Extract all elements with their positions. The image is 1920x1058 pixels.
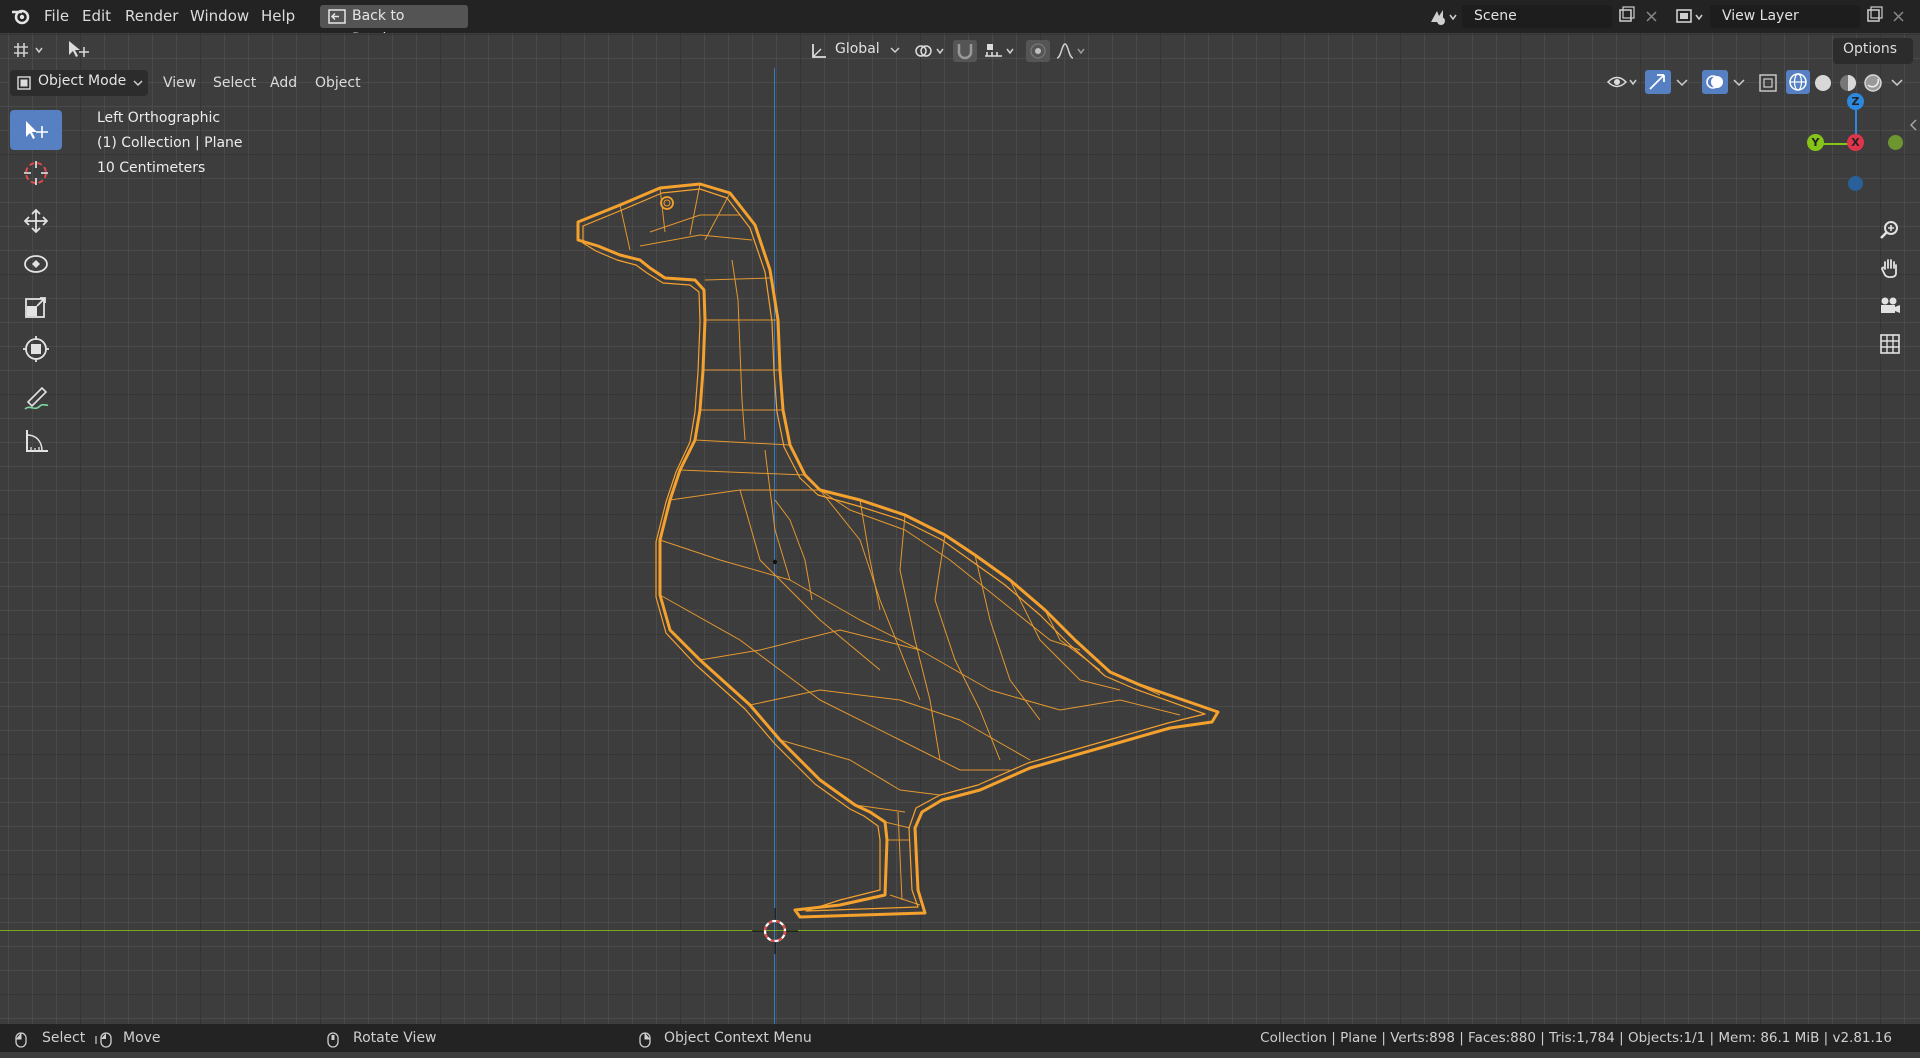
menu-select[interactable]: Select bbox=[213, 71, 256, 95]
scale-tool[interactable] bbox=[10, 287, 62, 327]
snap-toggle-icon[interactable] bbox=[953, 40, 977, 62]
goose-outline-inner bbox=[582, 188, 1206, 912]
toggle-ortho-button[interactable] bbox=[1873, 327, 1907, 361]
pan-view-button[interactable] bbox=[1873, 251, 1907, 285]
3d-viewport[interactable]: Global Options Object Mode View Select A… bbox=[0, 33, 1920, 1024]
gizmo-neg-z-axis[interactable] bbox=[1848, 176, 1863, 191]
move-arrows-icon bbox=[22, 207, 50, 239]
navigation-gizmo[interactable]: Z Y X bbox=[1800, 93, 1910, 213]
scene-type-icon[interactable] bbox=[1428, 6, 1458, 32]
annotate-tool[interactable] bbox=[10, 378, 62, 418]
editor-type-icon[interactable] bbox=[10, 39, 50, 65]
menu-file[interactable]: File bbox=[44, 0, 69, 33]
collapse-sidebar-icon[interactable] bbox=[1906, 117, 1920, 137]
scene-name-field[interactable]: Scene bbox=[1462, 5, 1612, 28]
3d-cursor-icon bbox=[22, 159, 50, 191]
view-layer-name: View Layer bbox=[1722, 8, 1799, 24]
transform-orientation-dropdown[interactable]: Global bbox=[805, 38, 903, 64]
gizmo-z-axis[interactable]: Z bbox=[1847, 93, 1864, 110]
scene-new-icon[interactable] bbox=[1616, 6, 1636, 30]
chevron-down-icon bbox=[132, 77, 144, 93]
orientation-icon bbox=[809, 41, 829, 65]
rotate-icon bbox=[22, 250, 50, 282]
status-rotate-view: Rotate View bbox=[353, 1030, 437, 1046]
gizmo-x-axis[interactable]: X bbox=[1847, 134, 1864, 151]
view-layer-icon[interactable] bbox=[1674, 6, 1708, 32]
chevron-down-icon[interactable] bbox=[1890, 77, 1904, 93]
goose-mesh-wireframe[interactable] bbox=[560, 173, 1240, 973]
wireframe-shading-icon[interactable] bbox=[1786, 70, 1810, 94]
gizmo-neg-y-axis[interactable] bbox=[1888, 135, 1903, 150]
chevron-down-icon[interactable] bbox=[1732, 77, 1746, 93]
hand-pan-icon bbox=[1879, 257, 1901, 283]
camera-icon bbox=[1878, 295, 1902, 321]
scale-icon bbox=[22, 293, 50, 325]
zoom-view-button[interactable] bbox=[1873, 213, 1907, 247]
cursor-tool[interactable] bbox=[10, 153, 62, 193]
goose-eye bbox=[660, 196, 674, 210]
select-box-tool[interactable] bbox=[10, 110, 62, 150]
chevron-down-icon bbox=[889, 44, 901, 60]
mouse-left-icon bbox=[14, 1030, 28, 1058]
menu-view[interactable]: View bbox=[163, 71, 196, 95]
xray-toggle-icon[interactable] bbox=[1757, 72, 1779, 98]
options-label: Options bbox=[1843, 41, 1898, 57]
visibility-eye-icon[interactable] bbox=[1606, 71, 1640, 97]
status-context-menu: Object Context Menu bbox=[664, 1030, 812, 1046]
falloff-curve-icon[interactable] bbox=[1054, 41, 1090, 65]
menu-window[interactable]: Window bbox=[190, 0, 249, 33]
gizmo-y-axis[interactable]: Y bbox=[1807, 134, 1824, 151]
camera-view-button[interactable] bbox=[1873, 289, 1907, 323]
select-box-tool-icon[interactable] bbox=[66, 39, 92, 65]
view-name-label: Left Orthographic bbox=[97, 110, 221, 126]
options-dropdown[interactable]: Options bbox=[1833, 38, 1913, 64]
menu-object[interactable]: Object bbox=[315, 71, 361, 95]
mouse-middle-icon bbox=[326, 1030, 340, 1058]
gizmo-toggle-icon[interactable] bbox=[1645, 70, 1671, 94]
grid-scale-label: 10 Centimeters bbox=[97, 160, 206, 176]
top-bar: File Edit Render Window Help Back to Pre… bbox=[0, 0, 1920, 47]
transform-tool[interactable] bbox=[10, 329, 62, 369]
zoom-magnifier-icon bbox=[1879, 219, 1901, 245]
pivot-point-icon[interactable] bbox=[913, 41, 949, 65]
scene-close-icon[interactable] bbox=[1643, 6, 1661, 30]
view-layer-name-field[interactable]: View Layer bbox=[1710, 5, 1860, 28]
object-mode-icon bbox=[16, 75, 32, 95]
object-mode-dropdown[interactable]: Object Mode bbox=[10, 70, 148, 96]
view-layer-close-icon[interactable] bbox=[1890, 6, 1908, 30]
goose-outline bbox=[576, 182, 1220, 919]
scene-statistics: Collection | Plane | Verts:898 | Faces:8… bbox=[1260, 1030, 1892, 1046]
move-tool[interactable] bbox=[10, 201, 62, 241]
status-move: Move bbox=[123, 1030, 161, 1046]
menu-render[interactable]: Render bbox=[125, 0, 178, 33]
view-layer-new-icon[interactable] bbox=[1864, 6, 1884, 30]
proportional-edit-icon[interactable] bbox=[1026, 40, 1050, 62]
status-bar: Select Move Rotate View Object Context M… bbox=[0, 1024, 1920, 1052]
menu-help[interactable]: Help bbox=[261, 0, 295, 33]
back-icon bbox=[328, 9, 346, 32]
snap-target-icon[interactable] bbox=[982, 41, 1018, 65]
mouse-drag-icon bbox=[95, 1030, 117, 1058]
mouse-right-icon bbox=[638, 1030, 652, 1058]
blender-logo-icon[interactable] bbox=[10, 0, 32, 33]
menu-edit[interactable]: Edit bbox=[82, 0, 111, 33]
grid-ortho-icon bbox=[1879, 333, 1901, 359]
orientation-label: Global bbox=[835, 41, 880, 57]
back-to-previous-button[interactable]: Back to Previous bbox=[320, 5, 468, 47]
3d-cursor-icon[interactable] bbox=[750, 906, 800, 956]
transform-icon bbox=[22, 335, 50, 367]
object-origin-dot bbox=[772, 559, 778, 565]
overlays-toggle-icon[interactable] bbox=[1702, 70, 1728, 94]
rotate-tool[interactable] bbox=[10, 244, 62, 284]
collection-label: (1) Collection | Plane bbox=[97, 135, 243, 151]
measure-ruler-icon bbox=[22, 427, 50, 459]
cursor-select-icon bbox=[22, 118, 50, 146]
chevron-down-icon[interactable] bbox=[1675, 77, 1689, 93]
object-mode-label: Object Mode bbox=[38, 73, 127, 89]
menu-add[interactable]: Add bbox=[270, 71, 297, 95]
annotate-pencil-icon bbox=[22, 384, 50, 416]
status-select: Select bbox=[42, 1030, 86, 1046]
scene-name: Scene bbox=[1474, 8, 1517, 24]
measure-tool[interactable] bbox=[10, 421, 62, 461]
